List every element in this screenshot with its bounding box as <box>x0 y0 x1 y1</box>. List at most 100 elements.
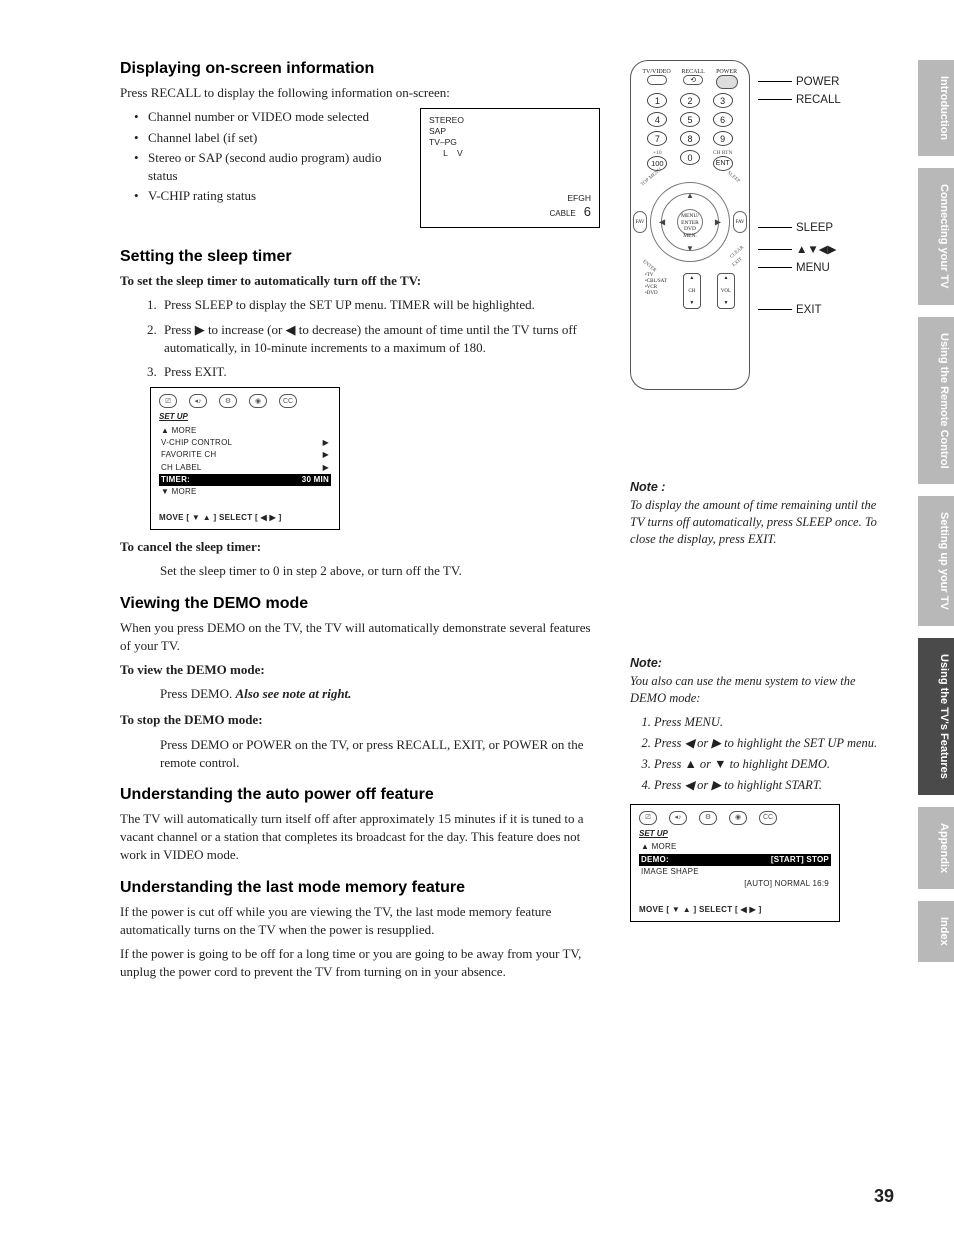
tab-introduction[interactable]: Introduction <box>918 60 954 156</box>
menu-enter-button[interactable]: MENU/ ENTER DVD MEN. <box>677 209 703 235</box>
tab-remote-control[interactable]: Using the Remote Control <box>918 317 954 485</box>
num-2-button[interactable]: 2 <box>680 93 700 108</box>
menu-title: SET UP <box>639 829 831 839</box>
num-6-button[interactable]: 6 <box>713 112 733 127</box>
menu-row: IMAGE SHAPE <box>639 866 831 878</box>
fav-right-button[interactable]: FAV <box>733 211 747 233</box>
mode-list: •TV •CBL/SAT •VCR •DVD <box>645 273 667 309</box>
sleep-sub2: To cancel the sleep timer: <box>120 538 600 556</box>
num-4-button[interactable]: 4 <box>647 112 667 127</box>
menu-row-highlighted: TIMER:30 MIN <box>159 474 331 486</box>
step-item: Press SLEEP to display the SET UP menu. … <box>160 296 600 314</box>
demo-stop-text: Press DEMO or POWER on the TV, or press … <box>120 736 600 772</box>
page-number: 39 <box>874 1186 894 1207</box>
num-9-button[interactable]: 9 <box>713 131 733 146</box>
menu-row-highlighted: DEMO:[START] STOP <box>639 854 831 866</box>
plus10-label: +10 <box>645 150 670 156</box>
menu-tab-icon: CC <box>759 811 777 825</box>
right-arrow-icon[interactable]: ▶ <box>715 218 721 227</box>
menu-footer: MOVE [ ▼ ▲ ] SELECT [ ◀ ▶ ] <box>159 513 331 523</box>
callout-recall: RECALL <box>758 94 841 106</box>
step-item: Press ▶ to increase (or ◀ to decrease) t… <box>160 321 600 357</box>
remote-body: TV/VIDEO RECALL⟲ POWER 1 2 3 4 5 6 7 8 9… <box>630 60 750 390</box>
heading-display-info: Displaying on-screen information <box>120 60 600 78</box>
vol-rocker[interactable]: ▲VOL▼ <box>717 273 735 309</box>
num-7-button[interactable]: 7 <box>647 131 667 146</box>
clear-label: CLEAR <box>729 245 745 259</box>
tab-setting-up[interactable]: Setting up your TV <box>918 496 954 626</box>
display-bullet-list: Channel number or VIDEO mode selected Ch… <box>120 108 600 205</box>
note2-steps: Press MENU. Press ◀ or ▶ to highlight th… <box>630 714 880 794</box>
remote-label-recall: RECALL <box>681 69 704 75</box>
demo-view-text: Press DEMO. Also see note at right. <box>120 685 600 703</box>
side-tab-nav: Introduction Connecting your TV Using th… <box>918 60 954 974</box>
num-5-button[interactable]: 5 <box>680 112 700 127</box>
note2-heading: Note: <box>630 656 880 670</box>
note-step: Press ▲ or ▼ to highlight DEMO. <box>654 756 880 773</box>
demo-intro: When you press DEMO on the TV, the TV wi… <box>120 619 600 655</box>
sleep-steps: Press SLEEP to display the SET UP menu. … <box>120 296 600 381</box>
enter-label: ENTER <box>641 259 657 273</box>
num-1-button[interactable]: 1 <box>647 93 667 108</box>
heading-last-mode: Understanding the last mode memory featu… <box>120 879 600 897</box>
tv-video-button[interactable] <box>647 75 667 85</box>
sleep-sub1: To set the sleep timer to automatically … <box>120 272 600 290</box>
menu-row: V-CHIP CONTROL▶ <box>159 437 331 449</box>
menu-more-up: ▲ MORE <box>159 425 331 437</box>
demo-sub2: To stop the DEMO mode: <box>120 711 600 729</box>
tab-appendix[interactable]: Appendix <box>918 807 954 889</box>
menu-tab-icon: ◂♪ <box>189 394 207 408</box>
bullet-item: Channel label (if set) <box>148 129 600 147</box>
menu-tab-icon: ⚙ <box>219 394 237 408</box>
callout-arrows: ▲▼◀▶ <box>758 242 836 256</box>
setup-menu-timer: ⎚ ◂♪ ⚙ ◉ CC SET UP ▲ MORE V-CHIP CONTROL… <box>150 387 340 530</box>
note1-body: To display the amount of time remaining … <box>630 497 880 548</box>
step-item: Press EXIT. <box>160 363 600 381</box>
menu-tab-icon: ◂♪ <box>669 811 687 825</box>
tab-tv-features[interactable]: Using the TV's Features <box>918 638 954 795</box>
sleep-label: SLEEP <box>726 171 741 184</box>
tab-connecting[interactable]: Connecting your TV <box>918 168 954 305</box>
callout-exit: EXIT <box>758 304 822 316</box>
num-0-button[interactable]: 0 <box>680 150 700 165</box>
ch-rocker[interactable]: ▲CH▼ <box>683 273 701 309</box>
remote-diagram: TV/VIDEO RECALL⟲ POWER 1 2 3 4 5 6 7 8 9… <box>630 60 880 390</box>
auto-off-body: The TV will automatically turn itself of… <box>120 810 600 865</box>
note-step: Press MENU. <box>654 714 880 731</box>
menu-tab-icon: ⎚ <box>159 394 177 408</box>
down-arrow-icon[interactable]: ▼ <box>686 244 694 253</box>
note1-heading: Note : <box>630 480 880 494</box>
osd-channel: 6 <box>584 204 591 219</box>
note-step: Press ◀ or ▶ to highlight the SET UP men… <box>654 735 880 752</box>
left-arrow-icon[interactable]: ◀ <box>659 218 665 227</box>
note2-body: You also can use the menu system to view… <box>630 673 880 707</box>
menu-tab-icon: CC <box>279 394 297 408</box>
callout-menu: MENU <box>758 262 830 274</box>
up-arrow-icon[interactable]: ▲ <box>686 191 694 200</box>
callout-sleep: SLEEP <box>758 222 833 234</box>
ent-button[interactable]: ENT <box>713 156 733 171</box>
last-mode-p1: If the power is cut off while you are vi… <box>120 903 600 939</box>
sleep-cancel: Set the sleep timer to 0 in step 2 above… <box>120 562 600 580</box>
menu-more-down: ▼ MORE <box>159 486 331 498</box>
remote-label-power: POWER <box>716 69 738 75</box>
setup-menu-demo: ⎚ ◂♪ ⚙ ◉ CC SET UP ▲ MORE DEMO:[START] S… <box>630 804 840 922</box>
menu-footer: MOVE [ ▼ ▲ ] SELECT [ ◀ ▶ ] <box>639 905 831 915</box>
menu-title: SET UP <box>159 412 331 422</box>
note-step: Press ◀ or ▶ to highlight START. <box>654 777 880 794</box>
heading-auto-power-off: Understanding the auto power off feature <box>120 786 600 804</box>
recall-button[interactable]: ⟲ <box>683 75 703 85</box>
heading-demo-mode: Viewing the DEMO mode <box>120 595 600 613</box>
menu-tab-icon: ◉ <box>729 811 747 825</box>
callout-power: POWER <box>758 76 839 88</box>
menu-row: CH LABEL▶ <box>159 462 331 474</box>
display-intro: Press RECALL to display the following in… <box>120 84 600 102</box>
demo-sub1: To view the DEMO mode: <box>120 661 600 679</box>
osd-cable: CABLE <box>550 209 576 218</box>
num-8-button[interactable]: 8 <box>680 131 700 146</box>
num-3-button[interactable]: 3 <box>713 93 733 108</box>
power-button[interactable] <box>716 75 738 89</box>
tab-index[interactable]: Index <box>918 901 954 962</box>
bullet-item: V-CHIP rating status <box>148 187 600 205</box>
fav-left-button[interactable]: FAV <box>633 211 647 233</box>
